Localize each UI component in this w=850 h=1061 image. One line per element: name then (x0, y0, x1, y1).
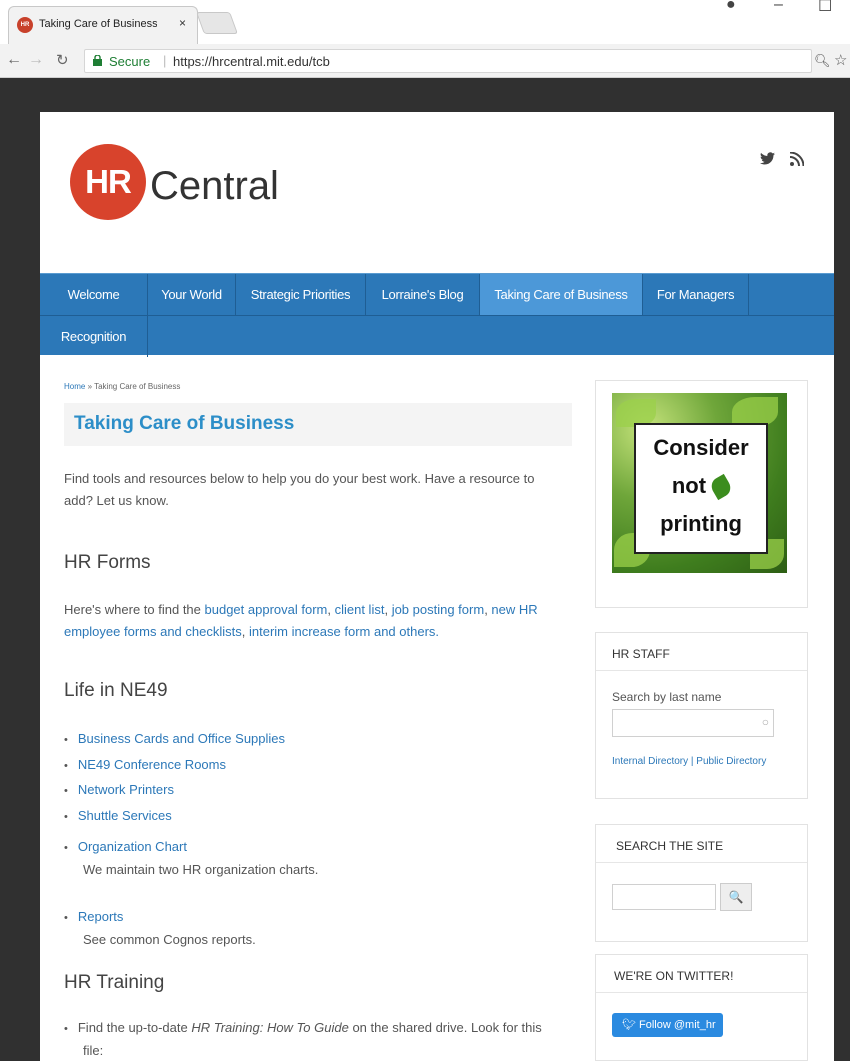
twitter-widget: WE'RE ON TWITTER! 🐦︎ Follow @mit_hr (595, 954, 808, 1061)
link-shuttle-services[interactable]: Shuttle Services (78, 808, 172, 823)
url-separator: | (163, 53, 167, 68)
hr-training-heading: HR Training (64, 972, 165, 993)
page-content: HR Central Welcome Your World Strategic … (40, 112, 834, 1061)
list-item[interactable]: Shuttle Services (64, 804, 285, 830)
forward-arrow-icon[interactable]: → (28, 51, 44, 69)
hr-training-guide-title: HR Training: How To Guide (191, 1020, 349, 1035)
maximize-icon[interactable]: ☐ (818, 0, 832, 16)
link-business-cards[interactable]: Business Cards and Office Supplies (78, 731, 285, 746)
hr-forms-prefix: Here's where to find the (64, 602, 205, 617)
list-item[interactable]: Reports (64, 905, 124, 931)
poster-line-3: printing (660, 511, 742, 536)
nav-row-2: Recognition (40, 315, 834, 357)
list-item[interactable]: Network Printers (64, 778, 285, 804)
logo-mark[interactable]: HR (70, 144, 146, 220)
follow-label: Follow @mit_hr (639, 1019, 716, 1031)
nav-lorraines-blog[interactable]: Lorraine's Blog (366, 274, 480, 315)
poster-line-1: Consider (653, 435, 749, 460)
org-chart-desc: We maintain two HR organization charts. (83, 862, 319, 877)
link-conference-rooms[interactable]: NE49 Conference Rooms (78, 757, 226, 772)
secure-label: Secure (109, 54, 151, 69)
twitter-bird-icon: 🐦︎ (622, 1019, 640, 1031)
nav-for-managers[interactable]: For Managers (643, 274, 749, 315)
lock-icon (93, 55, 102, 66)
minimize-icon[interactable]: – (774, 0, 783, 14)
follow-twitter-button[interactable]: 🐦︎ Follow @mit_hr (612, 1013, 723, 1037)
link-budget-approval-form[interactable]: budget approval form (205, 602, 328, 617)
browser-tab-active[interactable]: HR Taking Care of Business | × (8, 6, 198, 44)
favicon-icon: HR (17, 17, 33, 33)
hr-training-suffix: on the shared drive. Look for this (348, 1020, 542, 1035)
nav-recognition[interactable]: Recognition (40, 316, 148, 357)
back-arrow-icon[interactable]: ← (6, 51, 22, 69)
search-spinner-icon: ○ (761, 715, 769, 729)
breadcrumb: Home » Taking Care of Business (64, 382, 180, 391)
url-text[interactable]: https://hrcentral.mit.edu/tcb (173, 54, 330, 69)
reports-desc: See common Cognos reports. (83, 932, 256, 947)
hr-forms-heading: HR Forms (64, 552, 151, 573)
nav-welcome[interactable]: Welcome (40, 274, 148, 315)
tab-title: Taking Care of Business | (39, 18, 157, 30)
link-client-list[interactable]: client list (335, 602, 385, 617)
hr-forms-text: Here's where to find the budget approval… (64, 602, 538, 639)
list-item[interactable]: Business Cards and Office Supplies (64, 727, 285, 753)
poster-line-2: not (636, 467, 766, 505)
page-title: Taking Care of Business (74, 413, 295, 434)
consider-not-printing-image: Consider not printing (612, 393, 787, 573)
page-title-box: Taking Care of Business (64, 403, 572, 446)
last-name-search-input[interactable]: ○ (612, 709, 774, 737)
poster-widget: Consider not printing (595, 380, 808, 608)
bullet-dot: • (64, 1023, 68, 1035)
link-reports[interactable]: Reports (78, 909, 124, 924)
search-by-last-name-label: Search by last name (612, 690, 722, 704)
profile-icon[interactable]: ● (726, 0, 736, 14)
reports-list: Reports (64, 905, 124, 931)
url-bar[interactable]: Secure | https://hrcentral.mit.edu/tcb (84, 49, 812, 73)
internal-directory-link[interactable]: Internal Directory (612, 756, 688, 767)
intro-text: Find tools and resources below to help y… (64, 471, 535, 508)
nav-your-world[interactable]: Your World (148, 274, 236, 315)
search-site-widget: SEARCH THE SITE 🔍 (595, 824, 808, 942)
tab-close-icon[interactable]: × (179, 16, 186, 30)
hr-staff-widget: HR STAFF Search by last name ○ Internal … (595, 632, 808, 799)
site-search-input[interactable] (612, 884, 716, 910)
zoom-icon[interactable]: 🔍︎ (814, 53, 831, 69)
site-search-button[interactable]: 🔍 (720, 883, 752, 911)
link-network-printers[interactable]: Network Printers (78, 782, 174, 797)
link-job-posting-form[interactable]: job posting form (392, 602, 485, 617)
bookmark-star-icon[interactable]: ☆ (834, 51, 847, 69)
nav-strategic-priorities[interactable]: Strategic Priorities (236, 274, 366, 315)
search-icon: 🔍 (728, 890, 744, 904)
directory-links: Internal Directory | Public Directory (612, 756, 766, 767)
hr-training-item: • Find the up-to-date HR Training: How To… (64, 1017, 564, 1061)
list-item[interactable]: NE49 Conference Rooms (64, 753, 285, 779)
twitter-title: WE'RE ON TWITTER! (596, 955, 807, 993)
main-nav: Welcome Your World Strategic Priorities … (40, 273, 834, 357)
breadcrumb-separator: » (85, 382, 95, 391)
rss-icon[interactable] (789, 151, 805, 170)
new-tab-button[interactable] (195, 12, 239, 34)
hr-staff-title: HR STAFF (596, 633, 807, 671)
twitter-icon[interactable] (760, 152, 775, 169)
reload-icon[interactable]: ↻ (56, 51, 69, 69)
address-bar: ← → ↻ Secure | https://hrcentral.mit.edu… (0, 44, 850, 78)
search-site-title: SEARCH THE SITE (596, 825, 807, 863)
link-interim-increase-form[interactable]: interim increase form and others. (249, 624, 439, 639)
breadcrumb-current: Taking Care of Business (94, 382, 181, 391)
link-organization-chart[interactable]: Organization Chart (78, 839, 187, 854)
org-chart-list: Organization Chart (64, 835, 187, 861)
hr-training-prefix: Find the up-to-date (77, 1020, 192, 1035)
life-in-ne49-list: Business Cards and Office Supplies NE49 … (64, 727, 285, 829)
public-directory-link[interactable]: Public Directory (696, 756, 766, 767)
hr-training-line2: file: (83, 1043, 104, 1058)
leaf-icon (708, 474, 734, 501)
browser-tabstrip: HR Taking Care of Business | × ● – ☐ (0, 0, 850, 44)
nav-taking-care-of-business[interactable]: Taking Care of Business (480, 274, 643, 315)
logo-text[interactable]: Central (150, 164, 279, 209)
breadcrumb-home[interactable]: Home (64, 382, 85, 391)
life-in-ne49-heading: Life in NE49 (64, 680, 168, 701)
list-item[interactable]: Organization Chart (64, 835, 187, 861)
poster-card: Consider not printing (634, 423, 768, 554)
